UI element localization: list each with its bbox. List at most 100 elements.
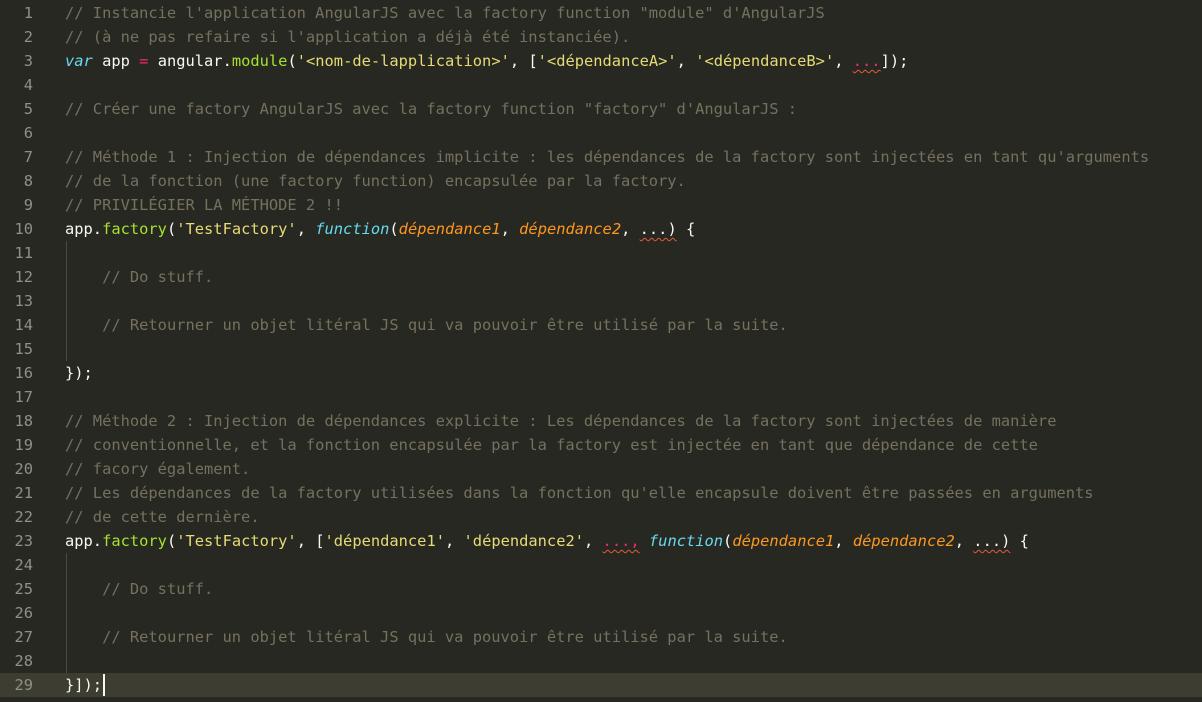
code-token: 'TestFactory': [176, 532, 297, 550]
line-number: 29: [14, 676, 33, 694]
code-line-11[interactable]: 11: [0, 241, 1202, 265]
code-token: var: [65, 52, 93, 70]
code-line-24[interactable]: 24: [0, 553, 1202, 577]
line-number: 16: [14, 364, 33, 382]
code-line-19[interactable]: 19 // conventionnelle, et la fonction enc…: [0, 433, 1202, 457]
code-token: function: [315, 220, 390, 238]
code-text: // Méthode 2 : Injection de dépendances …: [65, 409, 1056, 433]
code-text: });: [65, 361, 93, 385]
code-text: // Créer une factory AngularJS avec la f…: [65, 97, 797, 121]
code-line-18[interactable]: 18 // Méthode 2 : Injection de dépendance…: [0, 409, 1202, 433]
code-token: app.: [65, 220, 103, 238]
code-token: 'TestFactory': [176, 220, 297, 238]
code-token: });: [65, 364, 93, 382]
line-number: 7: [23, 148, 33, 166]
code-text: // Les dépendances de la factory utilisé…: [65, 481, 1094, 505]
code-token: '<nom-de-lapplication>': [296, 52, 510, 70]
code-token: (: [287, 52, 297, 70]
line-number: 27: [14, 628, 33, 646]
code-token: ,: [444, 532, 464, 550]
line-number: 2: [23, 28, 33, 46]
code-line-28[interactable]: 28: [0, 649, 1202, 673]
code-line-10[interactable]: 10 app.factory('TestFactory', function(dé…: [0, 217, 1202, 241]
line-number: 3: [23, 52, 33, 70]
code-text: // conventionnelle, et la fonction encap…: [65, 433, 1038, 457]
line-number: 21: [14, 484, 33, 502]
line-number: 4: [23, 76, 33, 94]
code-token: ,: [296, 220, 316, 238]
code-text: // (à ne pas refaire si l'application a …: [65, 25, 630, 49]
code-line-3[interactable]: 3 var app = angular.module('<nom-de-lappl…: [0, 49, 1202, 73]
code-token: ,: [621, 220, 640, 238]
code-line-9[interactable]: 9 // PRIVILÉGIER LA MÉTHODE 2 !!: [0, 193, 1202, 217]
line-number: 12: [14, 268, 33, 286]
code-token: function: [648, 532, 724, 550]
code-text: // facory également.: [65, 457, 250, 481]
code-text: // de la fonction (une factory function)…: [65, 169, 686, 193]
code-token: 'dépendance2': [463, 532, 584, 550]
code-line-14[interactable]: 14 // Retourner un objet litéral JS qui …: [0, 313, 1202, 337]
code-line-4[interactable]: 4: [0, 73, 1202, 97]
code-line-16[interactable]: 16});: [0, 361, 1202, 385]
code-text: var app = angular.module('<nom-de-lappli…: [65, 49, 908, 73]
code-line-23[interactable]: 23 app.factory('TestFactory', ['dépendanc…: [0, 529, 1202, 553]
code-line-21[interactable]: 21 // Les dépendances de la factory utili…: [0, 481, 1202, 505]
code-token: // Retourner un objet litéral JS qui va …: [102, 628, 788, 646]
code-token: ,: [954, 532, 974, 550]
code-token: , [: [509, 52, 538, 70]
code-line-5[interactable]: 5 // Créer une factory AngularJS avec la …: [0, 97, 1202, 121]
code-text: // Instancie l'application AngularJS ave…: [65, 1, 825, 25]
line-number: 19: [14, 436, 33, 454]
line-number: 14: [14, 316, 33, 334]
line-number: 8: [23, 172, 33, 190]
code-line-29[interactable]: 29}]);: [0, 673, 1202, 697]
line-number: 17: [14, 388, 33, 406]
line-number: 25: [14, 580, 33, 598]
code-token: app: [92, 52, 140, 70]
code-line-27[interactable]: 27 // Retourner un objet litéral JS qui …: [0, 625, 1202, 649]
code-token: ,: [500, 220, 520, 238]
code-token: // Retourner un objet litéral JS qui va …: [102, 316, 788, 334]
code-token: ,: [834, 52, 853, 70]
code-token: (: [166, 532, 177, 550]
code-token: ...: [852, 52, 881, 70]
code-token: , [: [296, 532, 325, 550]
code-line-22[interactable]: 22 // de cette dernière.: [0, 505, 1202, 529]
code-line-17[interactable]: 17: [0, 385, 1202, 409]
code-text: // Do stuff.: [65, 265, 213, 289]
code-token: // de la fonction (une factory function)…: [65, 172, 686, 190]
code-token: (: [723, 532, 733, 550]
code-editor[interactable]: 1 // Instancie l'application AngularJS av…: [0, 0, 1202, 702]
code-token: (: [166, 220, 177, 238]
code-line-25[interactable]: 25 // Do stuff.: [0, 577, 1202, 601]
line-number: 22: [14, 508, 33, 526]
code-text: // PRIVILÉGIER LA MÉTHODE 2 !!: [65, 193, 343, 217]
code-token: // PRIVILÉGIER LA MÉTHODE 2 !!: [65, 196, 343, 214]
code-token: '<dépendanceB>': [695, 52, 835, 70]
code-line-15[interactable]: 15: [0, 337, 1202, 361]
code-token: ,: [676, 52, 696, 70]
code-token: module: [231, 52, 288, 70]
code-token: (: [389, 220, 399, 238]
line-number: 11: [14, 244, 33, 262]
code-line-12[interactable]: 12 // Do stuff.: [0, 265, 1202, 289]
code-token: angular.: [148, 52, 232, 70]
line-number: 13: [14, 292, 33, 310]
code-line-7[interactable]: 7 // Méthode 1 : Injection de dépendances…: [0, 145, 1202, 169]
line-number: 1: [23, 4, 33, 22]
code-token: // Les dépendances de la factory utilisé…: [65, 484, 1094, 502]
code-line-20[interactable]: 20 // facory également.: [0, 457, 1202, 481]
code-line-1[interactable]: 1 // Instancie l'application AngularJS av…: [0, 1, 1202, 25]
line-number: 15: [14, 340, 33, 358]
code-line-8[interactable]: 8 // de la fonction (une factory function…: [0, 169, 1202, 193]
code-line-13[interactable]: 13: [0, 289, 1202, 313]
code-token: {: [1010, 532, 1029, 550]
code-line-6[interactable]: 6: [0, 121, 1202, 145]
code-line-2[interactable]: 2 // (à ne pas refaire si l'application a…: [0, 25, 1202, 49]
code-line-26[interactable]: 26: [0, 601, 1202, 625]
code-text: app.factory('TestFactory', function(dépe…: [65, 217, 695, 241]
code-token: ...): [639, 220, 677, 238]
code-text: // Retourner un objet litéral JS qui va …: [65, 313, 788, 337]
line-number: 26: [14, 604, 33, 622]
